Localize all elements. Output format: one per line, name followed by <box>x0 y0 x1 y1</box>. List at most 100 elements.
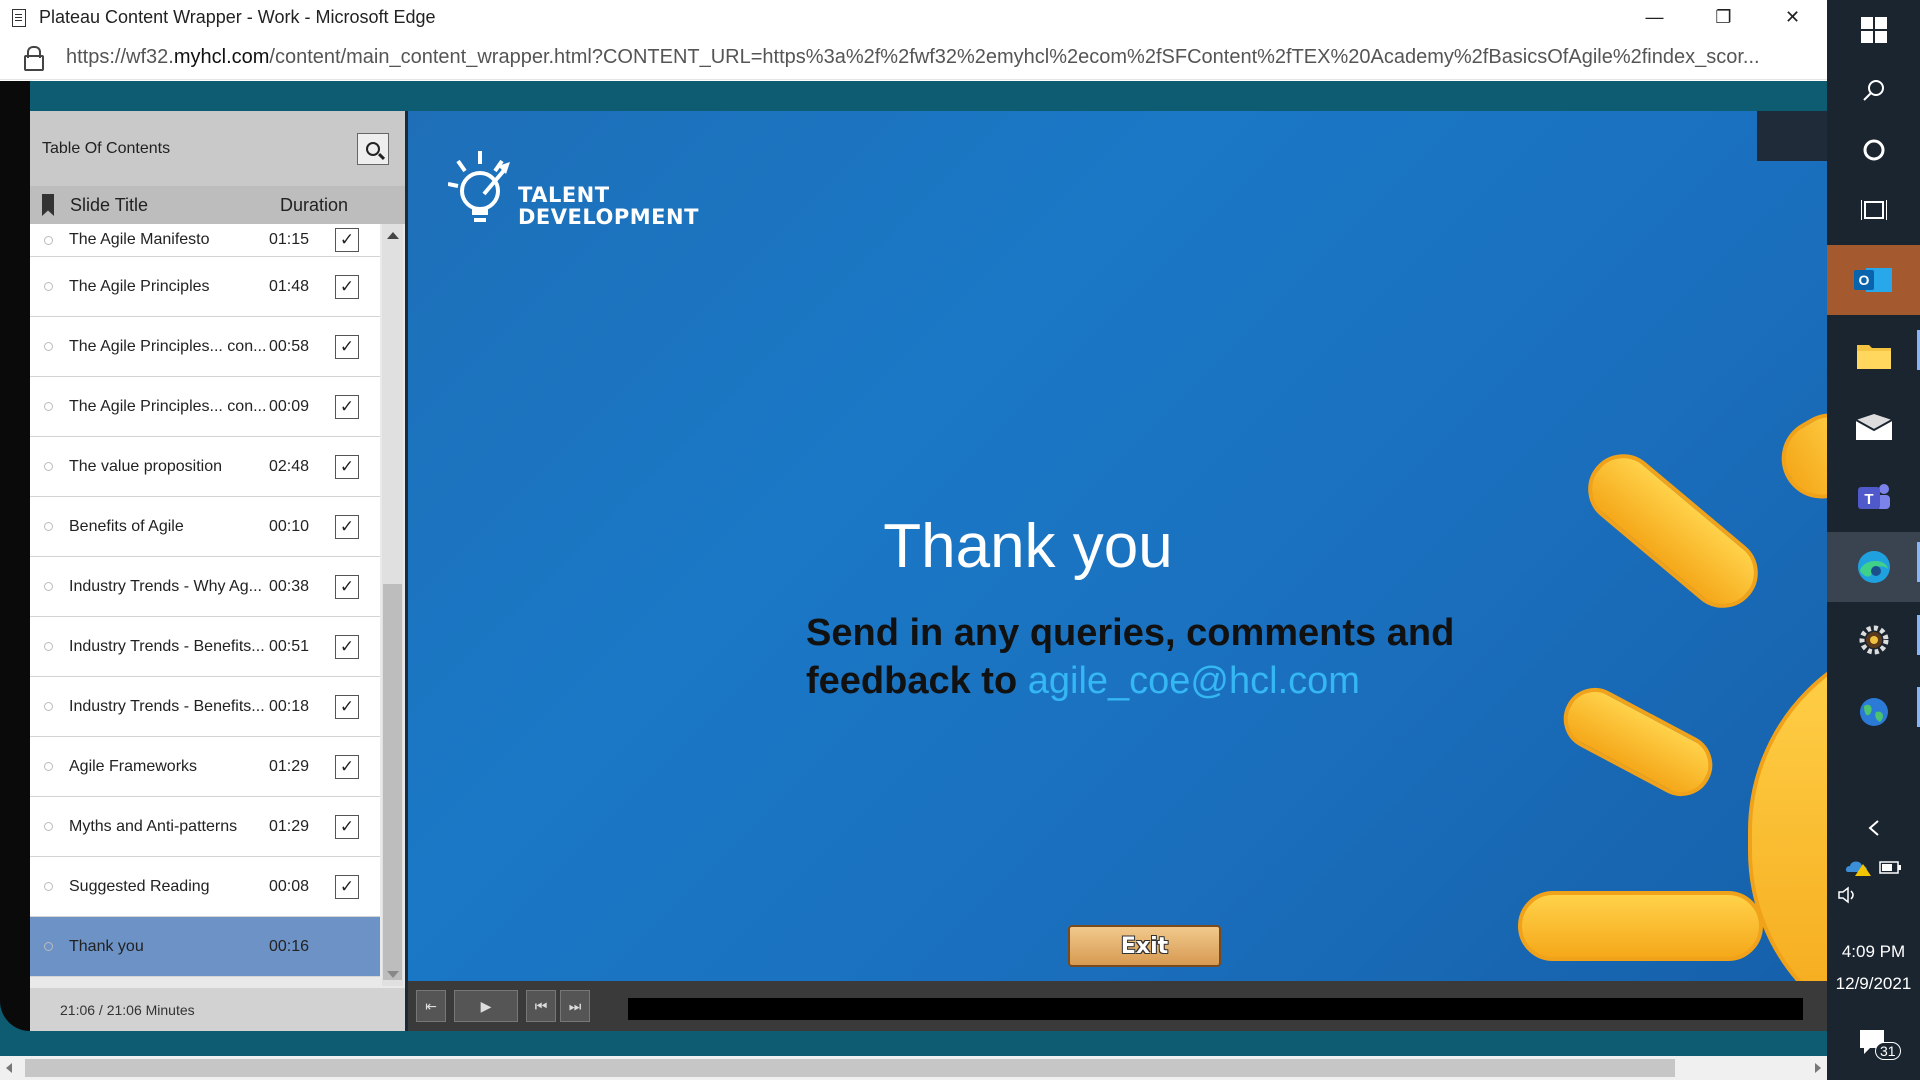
toc-item[interactable]: Industry Trends - Why Ag... 00:38 ✓ <box>30 557 380 617</box>
completed-checkbox[interactable]: ✓ <box>335 394 359 419</box>
show-hidden-icons-button[interactable] <box>1827 800 1920 856</box>
url-path: /content/main_content_wrapper.html?CONTE… <box>269 45 1760 68</box>
status-dot-icon <box>44 702 53 711</box>
completed-checkbox[interactable]: ✓ <box>335 514 359 539</box>
toc-item[interactable]: Industry Trends - Benefits... 00:18 ✓ <box>30 677 380 737</box>
teams-taskbar-item[interactable]: T <box>1827 462 1920 532</box>
window-title: Plateau Content Wrapper - Work - Microso… <box>39 7 436 27</box>
progress-bar[interactable] <box>628 998 1803 1020</box>
chevron-left-icon <box>1867 820 1879 836</box>
sun-ray <box>1552 677 1724 807</box>
outlook-taskbar-item[interactable]: O <box>1827 245 1920 315</box>
toc-item-duration: 00:18 <box>269 697 310 715</box>
horizontal-scroll-thumb[interactable] <box>25 1059 1675 1077</box>
scroll-thumb[interactable] <box>383 584 402 980</box>
globe-taskbar-item[interactable] <box>1827 677 1920 747</box>
toc-item-duration: 00:51 <box>269 637 310 655</box>
status-dot-icon <box>44 642 53 651</box>
completed-checkbox[interactable]: ✓ <box>335 814 359 839</box>
exit-player-button[interactable]: ⇤ <box>416 990 446 1022</box>
globe-icon <box>1859 698 1888 726</box>
next-button[interactable]: ⏭ <box>560 990 590 1022</box>
task-view-icon <box>1860 200 1887 220</box>
toc-item-current[interactable]: Thank you 00:16 <box>30 917 380 977</box>
toc-search-button[interactable] <box>357 132 389 165</box>
toc-item[interactable]: Suggested Reading 00:08 ✓ <box>30 857 380 917</box>
toc-item[interactable]: The Agile Manifesto 01:15 ✓ <box>30 224 380 257</box>
scroll-down-icon[interactable] <box>387 971 399 978</box>
page-icon <box>12 8 26 27</box>
clock-date[interactable]: 12/9/2021 <box>1827 974 1920 994</box>
message-line-1: Send in any queries, comments and <box>806 612 1455 654</box>
scroll-up-icon[interactable] <box>387 232 399 239</box>
clock-time[interactable]: 4:09 PM <box>1827 942 1920 962</box>
toc-item-title: The Agile Principles... con... <box>69 397 267 415</box>
bookmark-icon[interactable] <box>42 194 54 216</box>
mail-taskbar-item[interactable] <box>1827 392 1920 462</box>
window-controls: — ❐ ✕ <box>1620 0 1827 35</box>
toc-item-title: Agile Frameworks <box>69 757 198 775</box>
play-button[interactable]: ▶ <box>454 990 518 1022</box>
scroll-left-icon[interactable] <box>6 1063 12 1073</box>
svg-text:O: O <box>1858 272 1869 288</box>
completed-checkbox[interactable]: ✓ <box>335 454 359 479</box>
toc-item[interactable]: The value proposition 02:48 ✓ <box>30 437 380 497</box>
cortana-button[interactable] <box>1827 120 1920 180</box>
browser-window: Plateau Content Wrapper - Work - Microso… <box>0 0 1827 1080</box>
notification-center-button[interactable]: 31 <box>1827 1018 1920 1070</box>
scroll-right-icon[interactable] <box>1815 1063 1821 1073</box>
url-field[interactable]: https://wf32.myhcl.com/content/main_cont… <box>66 46 1806 69</box>
start-button[interactable] <box>1827 0 1920 60</box>
toc-item-title: Industry Trends - Why Ag... <box>69 577 262 595</box>
horizontal-scrollbar[interactable] <box>0 1056 1827 1080</box>
edge-taskbar-item[interactable] <box>1827 532 1920 602</box>
completed-checkbox[interactable]: ✓ <box>335 574 359 599</box>
toc-item[interactable]: Industry Trends - Benefits... 00:51 ✓ <box>30 617 380 677</box>
completed-checkbox[interactable]: ✓ <box>335 874 359 899</box>
completed-checkbox[interactable]: ✓ <box>335 228 359 252</box>
status-dot-icon <box>44 762 53 771</box>
lock-icon[interactable] <box>24 46 44 71</box>
maximize-button[interactable]: ❐ <box>1689 0 1758 35</box>
taskbar: O T 4:09 PM 12/9/2021 31 <box>1827 0 1920 1080</box>
minimize-button[interactable]: — <box>1620 0 1689 35</box>
completed-checkbox[interactable]: ✓ <box>335 274 359 299</box>
settings-taskbar-item[interactable] <box>1827 605 1920 675</box>
status-dot-icon <box>44 282 53 291</box>
completed-checkbox[interactable]: ✓ <box>335 754 359 779</box>
toc-column-header: Slide Title Duration <box>30 186 405 224</box>
close-button[interactable]: ✕ <box>1758 0 1827 35</box>
completed-checkbox[interactable]: ✓ <box>335 694 359 719</box>
exit-button[interactable]: Exit <box>1068 925 1221 967</box>
task-view-button[interactable] <box>1827 180 1920 240</box>
toc-item[interactable]: The Agile Principles... con... 00:09 ✓ <box>30 377 380 437</box>
toc-item[interactable]: Myths and Anti-patterns 01:29 ✓ <box>30 797 380 857</box>
toc-list: The Agile Manifesto 01:15 ✓ The Agile Pr… <box>30 224 380 986</box>
toc-item[interactable]: The Agile Principles 01:48 ✓ <box>30 257 380 317</box>
completed-checkbox[interactable]: ✓ <box>335 634 359 659</box>
status-dot-icon <box>44 942 53 951</box>
url-domain: myhcl.com <box>173 45 270 68</box>
toc-item-title: Benefits of Agile <box>69 517 184 535</box>
toc-item[interactable]: The Agile Principles... con... 00:58 ✓ <box>30 317 380 377</box>
toc-item-title: The Agile Principles... con... <box>69 337 267 355</box>
toc-item-duration: 00:58 <box>269 337 310 355</box>
battery-icon[interactable] <box>1878 859 1902 875</box>
toc-title: Table Of Contents <box>42 139 171 157</box>
toc-item[interactable]: Benefits of Agile 00:10 ✓ <box>30 497 380 557</box>
talent-development-logo: TALENT DEVELOPMENT <box>447 146 698 246</box>
volume-icon[interactable] <box>1837 886 1861 904</box>
search-taskbar-button[interactable] <box>1827 60 1920 120</box>
logo-line-2: DEVELOPMENT <box>518 205 699 229</box>
toc-header: Table Of Contents <box>30 111 405 186</box>
file-explorer-taskbar-item[interactable] <box>1827 320 1920 390</box>
course-player: Table Of Contents Slide Title Duration T… <box>30 111 1827 1031</box>
previous-button[interactable]: ⏮ <box>526 990 556 1022</box>
toc-item-duration: 01:29 <box>269 757 310 775</box>
toc-scrollbar[interactable] <box>382 224 403 986</box>
email-link[interactable]: agile_coe@hcl.com <box>1028 660 1360 702</box>
completed-checkbox[interactable]: ✓ <box>335 334 359 359</box>
teams-icon: T <box>1857 484 1890 509</box>
toc-item[interactable]: Agile Frameworks 01:29 ✓ <box>30 737 380 797</box>
onedrive-warning-icon[interactable] <box>1845 858 1871 876</box>
